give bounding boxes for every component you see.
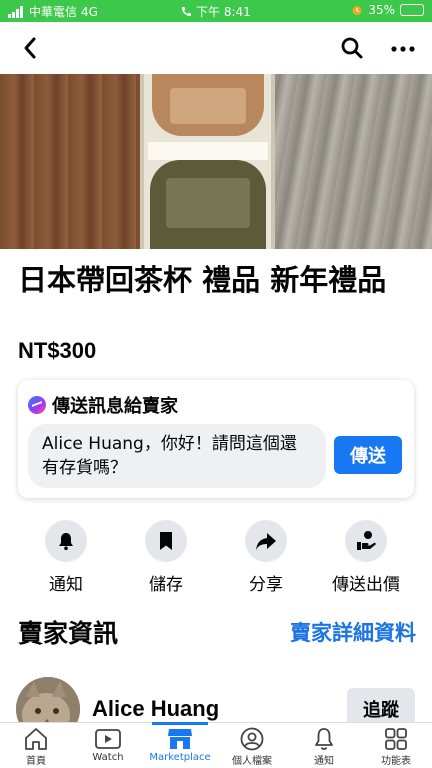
more-button[interactable] <box>390 36 416 62</box>
photo-cup-top-pattern <box>170 88 246 124</box>
product-price: NT$300 <box>18 338 97 363</box>
share-label: 分享 <box>249 575 283 595</box>
bell-icon <box>59 533 73 551</box>
signal-icon <box>8 5 23 18</box>
clock: 下午 8:41 <box>196 5 251 19</box>
nav-profile[interactable]: 個人檔案 <box>216 723 288 768</box>
send-offer-button[interactable] <box>345 520 387 562</box>
messenger-icon <box>28 396 46 414</box>
message-header-label: 傳送訊息給賣家 <box>52 396 178 417</box>
nav-notifications-label: 通知 <box>314 756 334 767</box>
carrier-name: 中華電信 <box>29 5 78 19</box>
bookmark-icon <box>160 532 172 550</box>
seller-name[interactable]: Alice Huang <box>92 696 219 722</box>
offer-hand-icon <box>357 531 376 550</box>
watch-play-icon <box>95 729 121 749</box>
message-seller-card: 傳送訊息給賣家 Alice Huang，你好！請問這個還有存貨嗎？ 傳送 <box>18 380 414 498</box>
product-photo[interactable] <box>0 74 432 249</box>
product-title: 日本帶回茶杯 禮品 新年禮品 <box>18 263 387 297</box>
nav-marketplace[interactable]: Marketplace <box>144 722 216 768</box>
send-offer-label: 傳送出價 <box>332 575 400 595</box>
status-left: 中華電信 4G <box>8 3 98 20</box>
nav-home-label: 首頁 <box>26 756 46 767</box>
bottom-nav: 首頁 Watch Marketplace 個人檔案 通知 功能表 <box>0 722 432 768</box>
share-arrow-icon <box>256 533 276 550</box>
nav-menu-label: 功能表 <box>381 756 411 767</box>
photo-cup-bottom-pattern <box>166 178 250 228</box>
profile-icon <box>240 727 264 751</box>
search-button[interactable] <box>340 36 366 62</box>
notify-action[interactable]: 通知 <box>21 520 111 595</box>
battery-icon <box>400 4 424 16</box>
share-button[interactable] <box>245 520 287 562</box>
offer-action[interactable]: 傳送出價 <box>321 520 411 595</box>
notify-button[interactable] <box>45 520 87 562</box>
nav-menu[interactable]: 功能表 <box>360 723 432 768</box>
nav-home[interactable]: 首頁 <box>0 723 72 768</box>
network-type: 4G <box>81 4 98 19</box>
status-bar: 中華電信 4G 下午 8:41 35% <box>0 0 432 22</box>
message-header: 傳送訊息給賣家 <box>28 392 178 418</box>
nav-marketplace-label: Marketplace <box>149 752 211 763</box>
search-icon <box>341 37 363 59</box>
send-button[interactable]: 傳送 <box>334 436 402 474</box>
photo-background <box>270 74 432 249</box>
alarm-icon <box>352 6 362 15</box>
nav-notifications[interactable]: 通知 <box>288 723 360 768</box>
nav-watch-label: Watch <box>92 752 124 763</box>
status-right: 35% <box>351 3 424 17</box>
photo-divider <box>148 142 268 160</box>
marketplace-shop-icon <box>168 729 192 749</box>
top-bar <box>0 22 432 74</box>
nav-profile-label: 個人檔案 <box>232 756 272 767</box>
seller-details-link[interactable]: 賣家詳細資料 <box>290 620 416 646</box>
back-chevron-icon <box>24 37 36 59</box>
home-icon <box>25 728 47 750</box>
phone-icon <box>181 6 191 16</box>
more-dots-icon <box>391 46 415 52</box>
share-action[interactable]: 分享 <box>221 520 311 595</box>
seller-info-heading: 賣家資訊 <box>18 619 119 648</box>
notify-label: 通知 <box>49 575 83 595</box>
save-action[interactable]: 儲存 <box>121 520 211 595</box>
menu-grid-icon <box>385 728 407 750</box>
nav-watch[interactable]: Watch <box>72 723 144 768</box>
bell-icon <box>315 728 333 750</box>
status-center: 下午 8:41 <box>180 3 251 20</box>
save-label: 儲存 <box>149 575 183 595</box>
message-input[interactable]: Alice Huang，你好！請問這個還有存貨嗎？ <box>28 424 326 488</box>
back-button[interactable] <box>18 34 46 62</box>
battery-percent: 35% <box>368 3 395 17</box>
save-button[interactable] <box>145 520 187 562</box>
